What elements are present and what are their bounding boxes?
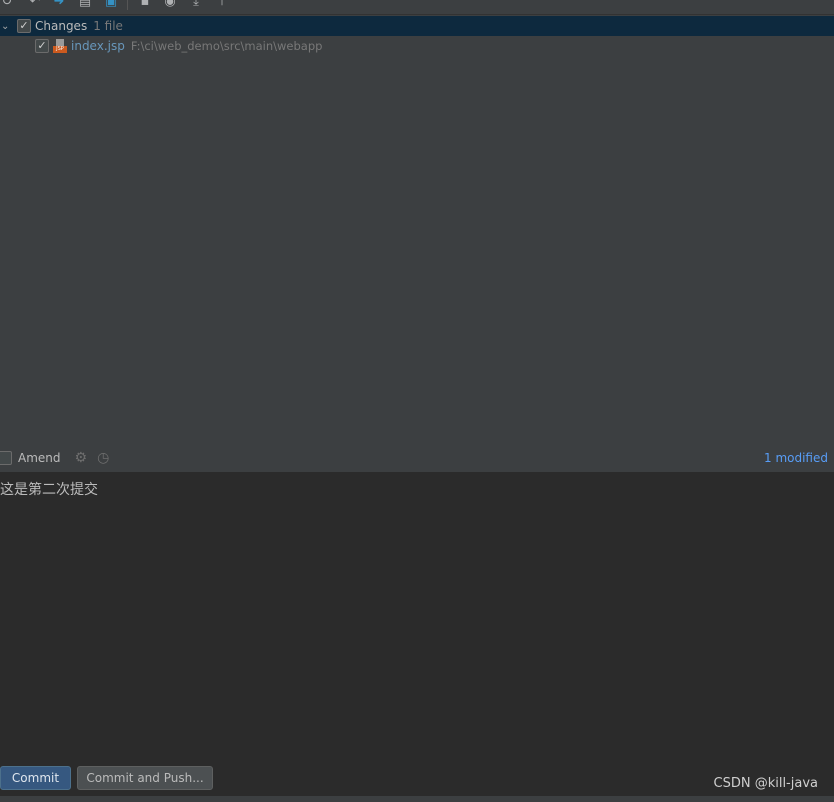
chevron-down-icon[interactable]: ⌄ [0,21,17,32]
file-name[interactable]: index.jsp [71,39,125,53]
modified-status-link[interactable]: 1 modified [764,451,828,465]
toolbar: ↻ ↶ ➜ ▤ ▣ ▪ ◉ ⤓ ⤒ [0,0,834,15]
view-options-icon[interactable]: ◉ [163,0,177,9]
commit-message-text: 这是第二次提交 [0,482,98,498]
collapse-all-icon[interactable]: ⤒ [215,0,229,9]
bottom-strip [0,796,834,802]
jsp-file-icon: JSP [53,39,67,53]
commit-and-push-button[interactable]: Commit and Push... [77,766,213,790]
changes-group-row[interactable]: ⌄ ✓ Changes 1 file [0,16,834,36]
amend-checkbox[interactable] [0,451,12,465]
clock-icon[interactable]: ◷ [97,450,109,466]
amend-label[interactable]: Amend [18,451,61,465]
gear-icon[interactable]: ⚙ [75,450,88,466]
file-row[interactable]: ✓ JSP index.jsp F:\ci\web_demo\src\main\… [0,36,834,56]
rollback-icon[interactable]: ↶ [28,0,42,9]
watermark: CSDN @kill-java [713,776,819,791]
changes-checkbox[interactable]: ✓ [17,19,31,33]
changes-group-label: Changes [35,19,88,33]
toolbar-separator [127,0,128,10]
expand-all-icon[interactable]: ⤓ [189,0,203,9]
changes-count: 1 file [93,19,123,33]
show-diff-icon[interactable]: ➜ [52,0,66,9]
update-icon[interactable]: ▣ [104,0,118,9]
file-checkbox[interactable]: ✓ [35,39,49,53]
commit-options-bar: Amend ⚙ ◷ 1 modified [0,448,834,468]
shelve-icon[interactable]: ▤ [78,0,92,9]
commit-button[interactable]: Commit [0,766,71,790]
file-path: F:\ci\web_demo\src\main\webapp [130,39,323,53]
commit-message-input[interactable]: 这是第二次提交 [0,472,834,796]
group-by-icon[interactable]: ▪ [138,0,152,9]
refresh-icon[interactable]: ↻ [0,0,14,9]
